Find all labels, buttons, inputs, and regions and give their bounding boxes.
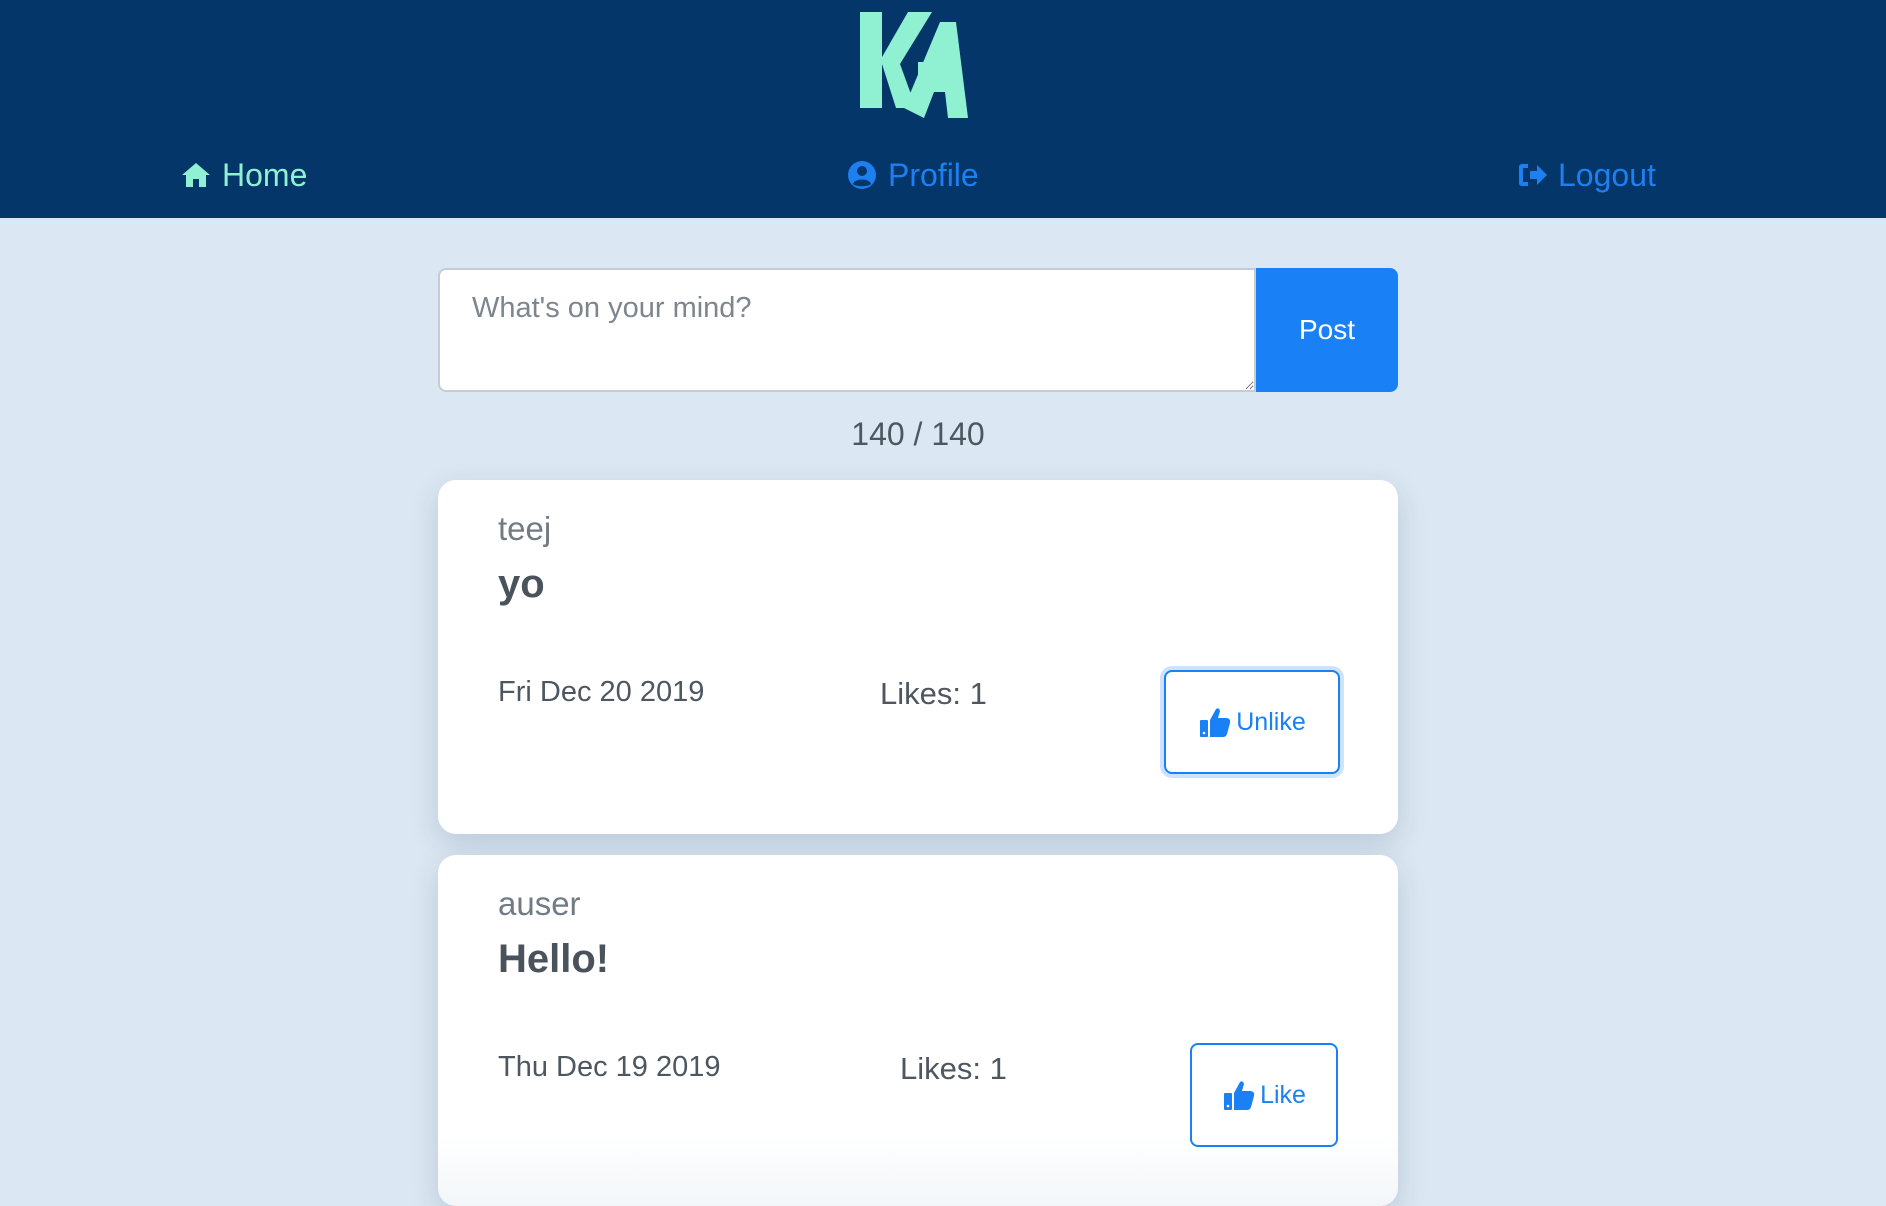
post-author: teej	[498, 510, 552, 547]
post-button[interactable]: Post	[1256, 268, 1398, 392]
post-input[interactable]	[438, 268, 1256, 392]
like-button[interactable]: Like	[1190, 1043, 1338, 1147]
user-circle-icon	[848, 161, 876, 189]
post-card: teej yo Fri Dec 20 2019 Likes: 1 Unlike	[438, 480, 1398, 834]
post-date: Fri Dec 20 2019	[498, 676, 705, 708]
post-author: auser	[498, 885, 581, 922]
unlike-button-label: Unlike	[1236, 707, 1306, 736]
post-card: auser Hello! Thu Dec 19 2019 Likes: 1 Li…	[438, 855, 1398, 1206]
post-likes-count: Likes: 1	[880, 676, 987, 711]
thumbs-up-icon	[1200, 708, 1231, 737]
post-date: Thu Dec 19 2019	[498, 1051, 721, 1083]
post-content: yo	[498, 562, 545, 606]
nav-logout-label: Logout	[1558, 156, 1656, 193]
unlike-button[interactable]: Unlike	[1164, 670, 1340, 774]
nav-home-link[interactable]: Home	[180, 152, 307, 198]
home-icon	[182, 163, 210, 187]
nav-home-label: Home	[222, 156, 308, 193]
character-counter: 140 / 140	[851, 416, 985, 452]
post-composer: Post	[438, 268, 1398, 392]
top-navbar: Home Profile Logout	[0, 0, 1886, 218]
nav-profile-link[interactable]: Profile	[846, 152, 979, 198]
sign-out-icon	[1519, 164, 1547, 186]
nav-profile-label: Profile	[888, 156, 979, 193]
like-button-label: Like	[1260, 1080, 1306, 1109]
post-likes-count: Likes: 1	[900, 1051, 1007, 1086]
nav-logout-link[interactable]: Logout	[1516, 152, 1656, 198]
post-content: Hello!	[498, 937, 610, 981]
ka-logo-icon[interactable]	[860, 10, 972, 118]
thumbs-up-icon	[1224, 1081, 1255, 1110]
